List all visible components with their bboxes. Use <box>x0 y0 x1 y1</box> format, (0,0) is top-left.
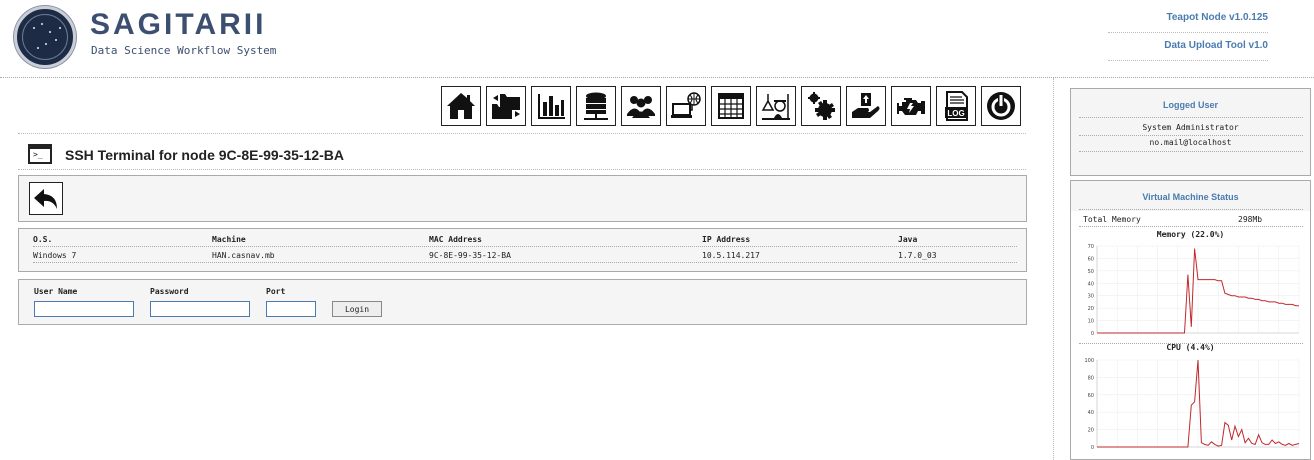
log-button[interactable]: LOG <box>936 86 976 126</box>
memory-chart-ytick-label: 60 <box>1088 256 1094 262</box>
logged-user-email: no.mail@localhost <box>1149 138 1232 147</box>
memory-chart-title: Memory (22.0%) <box>1156 230 1225 239</box>
logged-user-title: Logged User <box>1162 100 1218 110</box>
home-icon <box>447 93 475 119</box>
memory-chart-ytick-label: 30 <box>1088 294 1094 300</box>
value-machine: HAN.casnav.mb <box>212 251 275 260</box>
home-button[interactable] <box>441 86 481 126</box>
engine-button[interactable] <box>891 86 931 126</box>
main-toolbar: LOG <box>441 86 1021 126</box>
header-divider <box>0 77 1314 78</box>
cpu-chart-ytick-label: 0 <box>1091 445 1094 451</box>
node-info-table: O.S. Machine MAC Address IP Address Java… <box>18 228 1027 272</box>
terminal-icon: >_ <box>28 144 52 164</box>
settings-button[interactable] <box>801 86 841 126</box>
vm-status-panel: Virtual Machine Status Total Memory 298M… <box>1070 180 1311 460</box>
terminal-prompt: >_ <box>33 150 43 159</box>
data-upload-tool-link[interactable]: Data Upload Tool v1.0 <box>1108 40 1268 61</box>
memory-chart-ytick-label: 50 <box>1088 269 1094 275</box>
password-label: Password <box>150 287 189 296</box>
header-os: O.S. <box>33 235 53 244</box>
memory-chart-ytick-label: 20 <box>1088 306 1094 312</box>
toolbar-divider <box>18 133 1026 134</box>
logged-user-name: System Administrator <box>1142 123 1239 132</box>
header-java: Java <box>898 235 918 244</box>
memory-chart-ytick-label: 0 <box>1091 331 1094 337</box>
upload-button[interactable] <box>846 86 886 126</box>
cpu-chart-ytick-label: 40 <box>1088 410 1094 416</box>
back-panel <box>18 175 1027 222</box>
log-icon: LOG <box>945 91 968 121</box>
header-mac-address: MAC Address <box>429 235 482 244</box>
lab-flask-icon <box>761 94 790 120</box>
value-ip-address: 10.5.114.217 <box>702 251 760 260</box>
teapot-node-link[interactable]: Teapot Node v1.0.125 <box>1108 12 1268 33</box>
value-os: Windows 7 <box>33 251 77 260</box>
user-name-input[interactable] <box>34 301 134 317</box>
experiments-button[interactable] <box>756 86 796 126</box>
folder-transfer-button[interactable] <box>486 86 526 126</box>
sagitarii-logo <box>14 6 76 68</box>
cpu-chart-ytick-label: 60 <box>1088 393 1094 399</box>
folder-transfer-icon <box>492 94 520 119</box>
app-subtitle: Data Science Workflow System <box>91 44 277 57</box>
header-ip-address: IP Address <box>702 235 751 244</box>
logout-button[interactable] <box>981 86 1021 126</box>
cpu-chart: 0 20 40 60 80 100 <box>1084 358 1300 451</box>
memory-chart: 0 10 20 30 40 50 60 70 <box>1088 244 1300 337</box>
cpu-chart-ytick-label: 100 <box>1084 358 1094 364</box>
header-machine: Machine <box>212 235 246 244</box>
vm-status-title: Virtual Machine Status <box>1142 192 1239 202</box>
log-label: LOG <box>947 109 964 118</box>
bar-chart-icon <box>538 94 565 119</box>
port-label: Port <box>266 287 286 296</box>
cpu-chart-ytick-label: 20 <box>1088 428 1094 434</box>
memory-chart-ytick-label: 70 <box>1088 244 1094 250</box>
users-icon <box>627 96 655 118</box>
gears-icon <box>808 92 835 120</box>
back-button[interactable] <box>29 182 63 215</box>
users-button[interactable] <box>621 86 661 126</box>
database-icon <box>584 92 608 120</box>
memory-chart-ytick-label: 10 <box>1088 319 1094 325</box>
network-computer-icon <box>671 92 701 118</box>
cpu-chart-ytick-label: 80 <box>1088 375 1094 381</box>
total-memory-label: Total Memory <box>1083 215 1141 224</box>
table-icon <box>718 93 744 119</box>
login-button[interactable]: Login <box>332 301 382 317</box>
value-java: 1.7.0_03 <box>898 251 937 260</box>
cpu-chart-title: CPU (4.4%) <box>1166 343 1215 352</box>
value-mac-address: 9C-8E-99-35-12-BA <box>429 251 511 260</box>
database-button[interactable] <box>576 86 616 126</box>
hand-upload-icon <box>852 93 880 118</box>
logged-user-panel: Logged User System Administrator no.mail… <box>1070 88 1311 176</box>
user-name-label: User Name <box>34 287 78 296</box>
engine-icon <box>897 98 925 115</box>
network-button[interactable] <box>666 86 706 126</box>
app-title: SAGITARII <box>90 8 267 41</box>
password-input[interactable] <box>150 301 250 317</box>
page-title: SSH Terminal for node 9C-8E-99-35-12-BA <box>65 147 345 163</box>
port-input[interactable] <box>266 301 316 317</box>
title-divider <box>18 169 1026 170</box>
column-divider <box>1053 78 1054 460</box>
reports-button[interactable] <box>531 86 571 126</box>
back-arrow-icon <box>34 188 57 209</box>
total-memory-value: 298Mb <box>1238 215 1263 224</box>
memory-chart-ytick-label: 40 <box>1088 281 1094 287</box>
power-icon <box>987 92 1015 120</box>
ssh-login-form: User Name Password Port Login <box>18 279 1027 325</box>
tables-button[interactable] <box>711 86 751 126</box>
